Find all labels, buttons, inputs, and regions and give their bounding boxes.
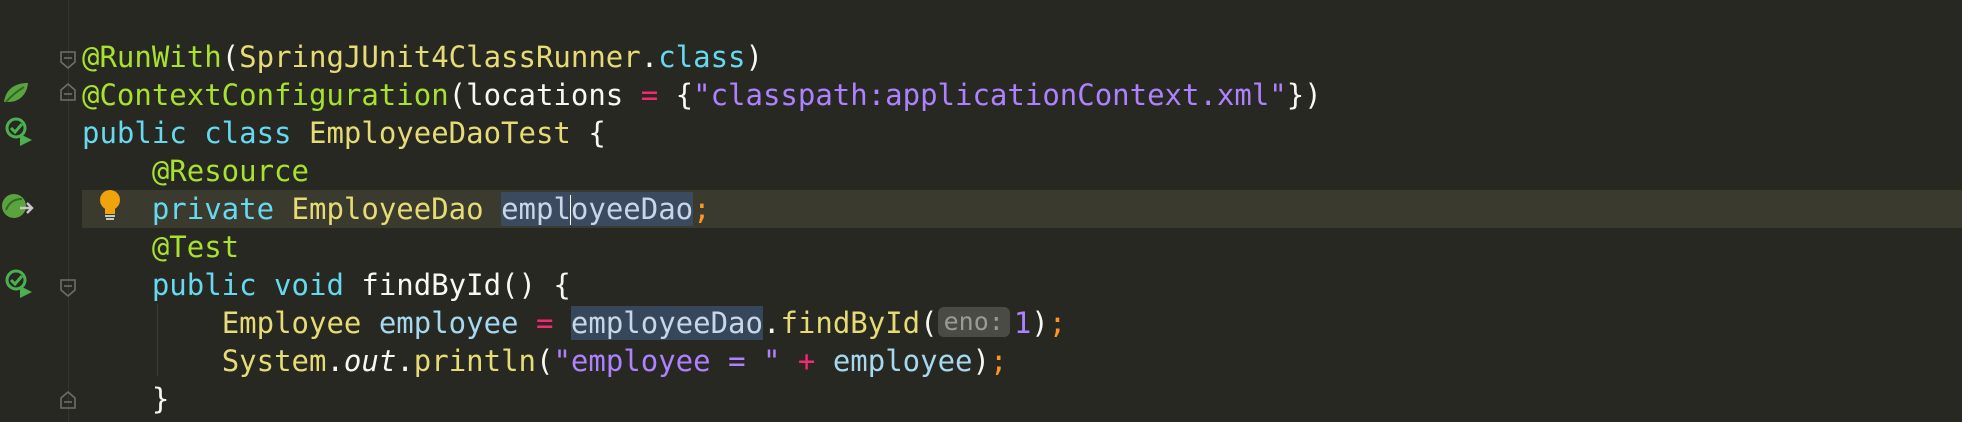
code-token: class xyxy=(658,40,746,74)
code-token: 1 xyxy=(1013,306,1032,340)
code-line[interactable]: @RunWith(SpringJUnit4ClassRunner.class) xyxy=(82,38,1962,76)
code-token: EmployeeDaoTest xyxy=(308,116,571,150)
code-token: private xyxy=(151,192,292,226)
code-token: out xyxy=(343,344,397,378)
code-token: SpringJUnit4ClassRunner xyxy=(239,40,641,74)
editor-gutter xyxy=(0,0,82,422)
code-token: EmployeeDao xyxy=(291,192,484,226)
parameter-hint: eno: xyxy=(937,307,1010,337)
code-token: { xyxy=(570,116,606,150)
code-token: = xyxy=(623,78,676,112)
fold-start-icon[interactable] xyxy=(58,278,78,298)
spring-bean-icon[interactable] xyxy=(2,80,30,106)
code-token: employee xyxy=(378,306,519,340)
code-line[interactable]: @Resource xyxy=(82,152,1962,190)
code-token: . xyxy=(762,306,781,340)
code-token: @RunWith xyxy=(82,40,222,74)
code-line[interactable]: public void findById() { xyxy=(82,266,1962,304)
code-line[interactable]: private EmployeeDao employeeDao; xyxy=(82,190,1962,228)
run-test-icon[interactable] xyxy=(4,268,34,298)
fold-start-icon[interactable] xyxy=(58,50,78,70)
fold-end-icon[interactable] xyxy=(58,82,78,102)
code-token: ( xyxy=(920,306,938,340)
code-token: employeeDao xyxy=(570,306,763,340)
code-token: . xyxy=(326,344,344,378)
code-editor[interactable]: @RunWith(SpringJUnit4ClassRunner.class) @… xyxy=(0,0,1962,422)
code-line[interactable]: public class EmployeeDaoTest { xyxy=(82,114,1962,152)
code-token: @Resource xyxy=(151,154,309,188)
code-token: ; xyxy=(990,344,1008,378)
run-test-icon[interactable] xyxy=(4,116,34,146)
code-token: findById xyxy=(780,306,921,340)
code-token: findById xyxy=(361,268,502,302)
code-token: ) xyxy=(745,40,763,74)
code-token: }) xyxy=(1286,78,1322,112)
code-line[interactable]: @Test xyxy=(82,228,1962,266)
code-token: { xyxy=(675,78,694,112)
code-token: ; xyxy=(693,192,711,226)
fold-end-icon[interactable] xyxy=(58,390,78,410)
code-token: "employee = " xyxy=(553,344,781,378)
code-token: . xyxy=(640,40,659,74)
code-token: locations xyxy=(466,78,624,112)
code-area[interactable]: @RunWith(SpringJUnit4ClassRunner.class) @… xyxy=(82,38,1962,418)
code-line[interactable]: } xyxy=(82,380,1962,418)
code-token: . xyxy=(396,344,414,378)
code-token: System xyxy=(221,344,327,378)
code-token: ( xyxy=(221,40,240,74)
code-token: public void xyxy=(151,268,362,302)
code-token: "classpath:applicationContext.xml" xyxy=(693,78,1287,112)
code-token: @Test xyxy=(151,230,240,264)
spring-autowired-icon[interactable] xyxy=(0,192,34,222)
code-token: Employee xyxy=(221,306,362,340)
code-token: ( xyxy=(448,78,467,112)
code-token: employee xyxy=(832,344,973,378)
code-token: public class xyxy=(82,116,309,150)
code-token: oyeeDao xyxy=(570,192,694,226)
code-token: @ContextConfiguration xyxy=(82,78,449,112)
code-token: ) xyxy=(1031,306,1049,340)
code-line[interactable]: System.out.println("employee = " + emplo… xyxy=(82,342,1962,380)
code-line[interactable]: Employee employee = employeeDao.findById… xyxy=(82,304,1962,342)
code-token: empl xyxy=(501,192,571,226)
code-token: = xyxy=(518,306,571,340)
code-line[interactable]: @ContextConfiguration(locations = {"clas… xyxy=(82,76,1962,114)
code-token: ( xyxy=(536,344,554,378)
code-token: + xyxy=(780,344,833,378)
code-token: ; xyxy=(1048,306,1067,340)
code-token: println xyxy=(413,344,536,378)
code-token: () { xyxy=(501,268,571,302)
code-token: ) xyxy=(972,344,990,378)
code-token: } xyxy=(151,382,170,416)
